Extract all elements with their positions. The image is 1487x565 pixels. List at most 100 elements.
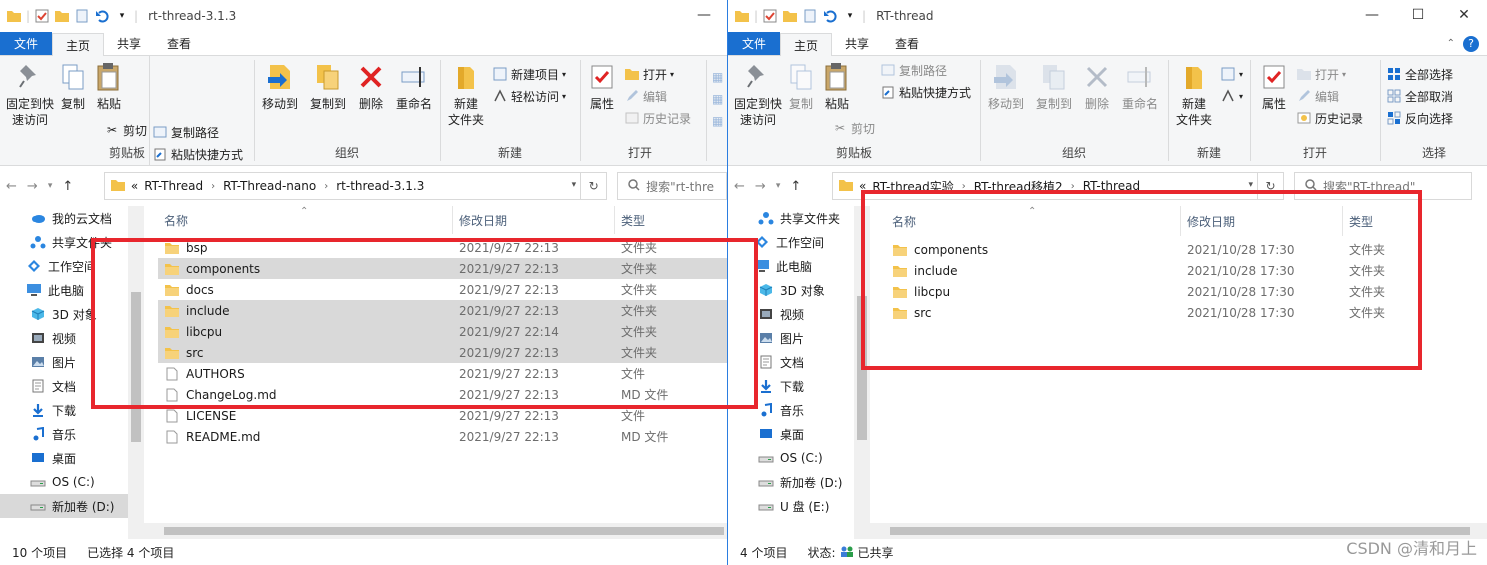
rename-icon[interactable] bbox=[74, 8, 90, 24]
breadcrumb-item[interactable]: RT-thread bbox=[1083, 179, 1140, 193]
nav-item[interactable]: 我的云文档 bbox=[0, 206, 144, 230]
customize-dropdown-icon[interactable]: ▾ bbox=[842, 8, 858, 24]
nav-item[interactable]: 文档 bbox=[0, 374, 144, 398]
column-date[interactable]: 修改日期 bbox=[453, 206, 615, 234]
rename-icon[interactable] bbox=[802, 8, 818, 24]
breadcrumb-separator-icon[interactable]: › bbox=[211, 181, 215, 192]
breadcrumb-item[interactable]: RT-Thread bbox=[144, 179, 203, 193]
forward-arrow-icon[interactable]: → bbox=[27, 179, 38, 194]
properties-check-icon[interactable] bbox=[762, 8, 778, 24]
cut-button[interactable]: ✂ 剪切 bbox=[104, 120, 147, 140]
nav-item[interactable]: U 盘 (E:) bbox=[728, 494, 854, 518]
nav-item[interactable]: 新加卷 (D:) bbox=[728, 470, 854, 494]
open-button[interactable]: 打开 ▾ bbox=[624, 64, 691, 84]
file-row[interactable]: components 2021/10/28 17:30 文件夹 bbox=[886, 239, 1486, 260]
rename-button[interactable]: 重命名 bbox=[1118, 60, 1162, 112]
customize-dropdown-icon[interactable]: ▾ bbox=[114, 8, 130, 24]
cut-button[interactable]: ✂ 剪切 bbox=[832, 118, 875, 138]
nav-item[interactable]: 桌面 bbox=[728, 422, 854, 446]
address-dropdown-icon[interactable]: ▾ bbox=[1248, 180, 1253, 190]
pin-quick-access-button[interactable]: 固定到快 速访问 bbox=[732, 60, 784, 128]
nav-item[interactable]: OS (C:) bbox=[0, 470, 144, 494]
copy-button[interactable]: 复制 bbox=[786, 60, 816, 128]
nav-item[interactable]: 桌面 bbox=[0, 446, 144, 470]
nav-pane-scrollbar[interactable] bbox=[128, 206, 144, 539]
new-folder-icon[interactable] bbox=[782, 8, 798, 24]
refresh-icon[interactable]: ↻ bbox=[1257, 173, 1283, 199]
tab-share[interactable]: 共享 bbox=[104, 32, 154, 55]
refresh-icon[interactable]: ↻ bbox=[580, 173, 606, 199]
file-row[interactable]: components 2021/9/27 22:13 文件夹 bbox=[158, 258, 727, 279]
delete-button[interactable]: 删除 bbox=[354, 60, 388, 112]
undo-icon[interactable] bbox=[822, 8, 838, 24]
copy-to-button[interactable]: 复制到 bbox=[306, 60, 350, 112]
column-date[interactable]: 修改日期 bbox=[1181, 206, 1343, 236]
breadcrumb-separator-icon[interactable]: › bbox=[1071, 181, 1075, 192]
select-all-button[interactable]: 全部选择 bbox=[1386, 64, 1453, 84]
nav-item[interactable]: 文档 bbox=[728, 350, 854, 374]
properties-button[interactable]: 属性 bbox=[584, 60, 620, 128]
file-row[interactable]: src 2021/10/28 17:30 文件夹 bbox=[886, 302, 1486, 323]
tab-view[interactable]: 查看 bbox=[882, 32, 932, 55]
nav-item[interactable]: 新加卷 (D:) bbox=[0, 494, 144, 518]
breadcrumb-overflow[interactable]: « bbox=[859, 179, 866, 193]
move-to-button[interactable]: 移动到 bbox=[984, 60, 1028, 112]
nav-item[interactable]: 音乐 bbox=[0, 422, 144, 446]
tab-view[interactable]: 查看 bbox=[154, 32, 204, 55]
up-arrow-icon[interactable]: ↑ bbox=[790, 179, 801, 194]
back-arrow-icon[interactable]: ← bbox=[734, 179, 745, 194]
address-dropdown-icon[interactable]: ▾ bbox=[572, 180, 577, 190]
undo-icon[interactable] bbox=[94, 8, 110, 24]
recent-locations-icon[interactable]: ▾ bbox=[776, 181, 781, 191]
edit-button[interactable]: 编辑 bbox=[624, 86, 691, 106]
back-arrow-icon[interactable]: ← bbox=[6, 179, 17, 194]
file-row[interactable]: LICENSE 2021/9/27 22:13 文件 bbox=[158, 405, 727, 426]
nav-item[interactable]: 视频 bbox=[728, 302, 854, 326]
tab-share[interactable]: 共享 bbox=[832, 32, 882, 55]
file-row[interactable]: README.md 2021/9/27 22:13 MD 文件 bbox=[158, 426, 727, 447]
file-row[interactable]: include 2021/10/28 17:30 文件夹 bbox=[886, 260, 1486, 281]
minimize-icon[interactable]: — bbox=[681, 0, 727, 30]
scrollbar-thumb[interactable] bbox=[131, 292, 141, 442]
nav-item[interactable]: 下载 bbox=[0, 398, 144, 422]
file-row[interactable]: libcpu 2021/10/28 17:30 文件夹 bbox=[886, 281, 1486, 302]
breadcrumb-separator-icon[interactable]: › bbox=[962, 181, 966, 192]
maximize-icon[interactable]: ☐ bbox=[1395, 0, 1441, 30]
breadcrumb-overflow[interactable]: « bbox=[131, 179, 138, 193]
copy-path-button[interactable]: 复制路径 bbox=[880, 60, 971, 80]
forward-arrow-icon[interactable]: → bbox=[755, 179, 766, 194]
nav-item[interactable]: 共享文件夹 bbox=[728, 206, 854, 230]
properties-check-icon[interactable] bbox=[34, 8, 50, 24]
new-folder-button[interactable]: 新建 文件夹 bbox=[444, 60, 488, 128]
address-bar[interactable]: « RT-Thread › RT-Thread-nano › rt-thread… bbox=[103, 172, 608, 200]
file-row[interactable]: docs 2021/9/27 22:13 文件夹 bbox=[158, 279, 727, 300]
copy-path-button[interactable]: 复制路径 bbox=[152, 122, 243, 142]
column-type[interactable]: 类型 bbox=[615, 206, 727, 234]
new-item-button[interactable]: 新建项目 ▾ bbox=[492, 64, 566, 84]
move-to-button[interactable]: 移动到 bbox=[258, 60, 302, 112]
new-item-button[interactable]: ▾ bbox=[1220, 64, 1243, 84]
nav-item[interactable]: 此电脑 bbox=[0, 278, 144, 302]
tab-home[interactable]: 主页 bbox=[52, 33, 105, 56]
scrollbar-thumb[interactable] bbox=[164, 527, 724, 535]
nav-item[interactable]: 此电脑 bbox=[728, 254, 854, 278]
nav-item[interactable]: 工作空间 bbox=[0, 254, 144, 278]
file-row[interactable]: bsp 2021/9/27 22:13 文件夹 bbox=[158, 237, 727, 258]
new-folder-button[interactable]: 新建 文件夹 bbox=[1172, 60, 1216, 128]
select-none-button[interactable]: 全部取消 bbox=[1386, 86, 1453, 106]
breadcrumb-item[interactable]: rt-thread-3.1.3 bbox=[336, 179, 424, 193]
search-box[interactable]: 搜索"RT-thread" bbox=[1294, 172, 1472, 200]
nav-item[interactable]: 3D 对象 bbox=[728, 278, 854, 302]
nav-pane-scrollbar[interactable] bbox=[854, 206, 870, 539]
recent-locations-icon[interactable]: ▾ bbox=[48, 181, 53, 191]
tab-file[interactable]: 文件 bbox=[0, 32, 53, 55]
delete-button[interactable]: 删除 bbox=[1080, 60, 1114, 112]
history-button[interactable]: 历史记录 bbox=[624, 108, 691, 128]
nav-item[interactable]: OS (C:) bbox=[728, 446, 854, 470]
properties-button[interactable]: 属性 bbox=[1256, 60, 1292, 128]
copy-to-button[interactable]: 复制到 bbox=[1032, 60, 1076, 112]
nav-item[interactable]: 图片 bbox=[0, 350, 144, 374]
file-row[interactable]: include 2021/9/27 22:13 文件夹 bbox=[158, 300, 727, 321]
breadcrumb-item[interactable]: RT-Thread-nano bbox=[223, 179, 316, 193]
invert-selection-button[interactable]: 反向选择 bbox=[1386, 108, 1453, 128]
